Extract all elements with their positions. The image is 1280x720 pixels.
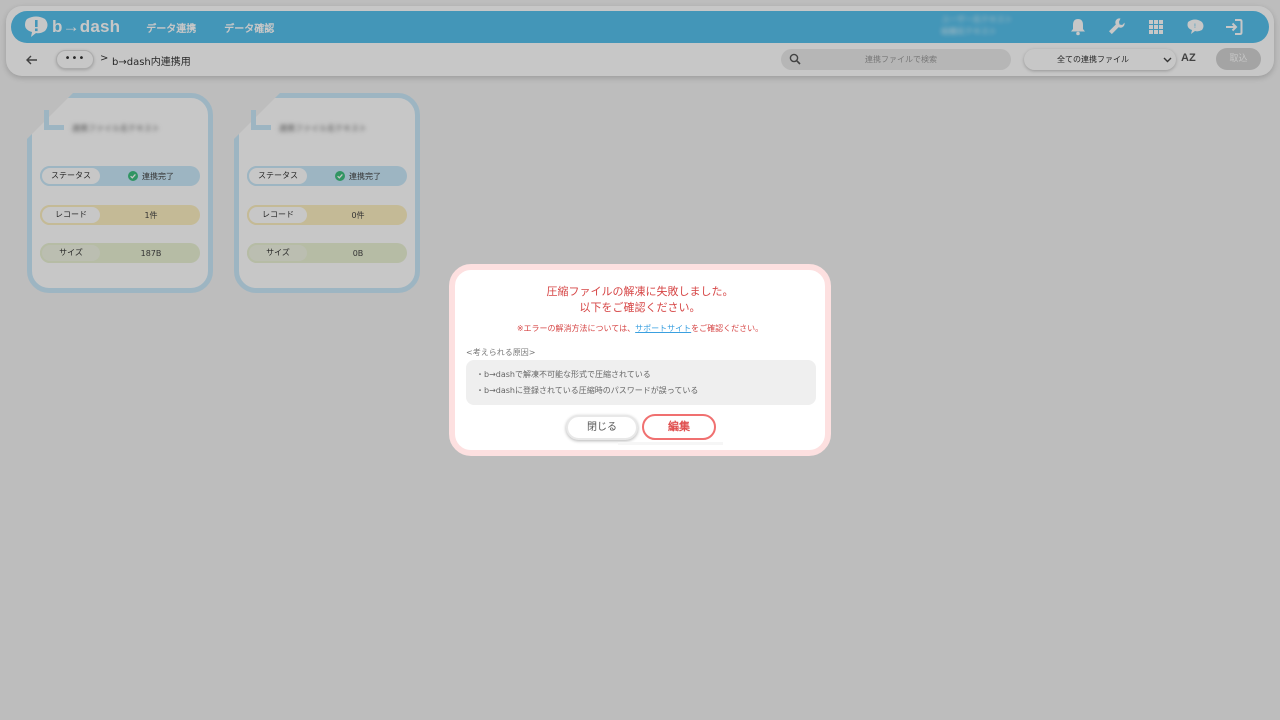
modal-title: 圧縮ファイルの解凍に失敗しました。 以下をご確認ください。 (455, 284, 825, 316)
support-site-link[interactable]: サポートサイト (635, 324, 691, 333)
modal-divider (618, 442, 723, 445)
cause-item: ・b→dashで解凍不可能な形式で圧縮されている (476, 370, 651, 379)
modal-title-line2: 以下をご確認ください。 (579, 301, 701, 314)
note-prefix: ※エラーの解消方法については、 (516, 324, 636, 333)
edit-button[interactable]: 編集 (642, 414, 716, 440)
modal-note: ※エラーの解消方法については、サポートサイトをご確認ください。 (455, 323, 825, 334)
cause-item: ・b→dashに登録されている圧縮時のパスワードが誤っている (476, 386, 699, 395)
causes-heading: <考えられる原因> (466, 348, 536, 357)
error-modal: 圧縮ファイルの解凍に失敗しました。 以下をご確認ください。 ※エラーの解消方法に… (449, 264, 831, 456)
causes-box: ・b→dashで解凍不可能な形式で圧縮されている ・b→dashに登録されている… (466, 360, 816, 405)
modal-title-line1: 圧縮ファイルの解凍に失敗しました。 (546, 285, 734, 298)
close-button[interactable]: 閉じる (566, 415, 638, 440)
note-suffix: をご確認ください。 (691, 324, 764, 333)
